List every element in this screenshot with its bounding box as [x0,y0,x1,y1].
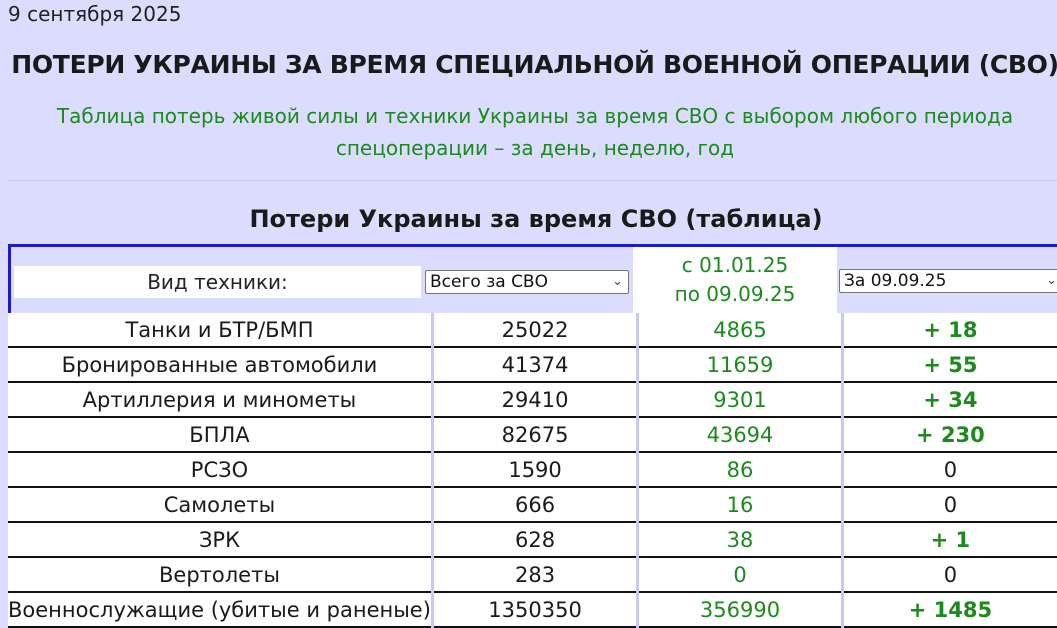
row-name: РСЗО [8,452,434,488]
table-title: Потери Украины за время СВО (таблица) [249,205,823,233]
row-period: 43694 [637,417,844,453]
row-name: Самолеты [8,487,434,523]
chevron-down-icon: ⌄ [612,274,623,289]
losses-table: Танки и БТР/БМП 25022 4865 + 18 Бронированны… [8,313,1057,628]
table-header: Вид техники: Всего за СВО ⌄ с 01.01.25 п… [8,244,1057,316]
row-period: 356990 [637,592,844,628]
table-row: Артиллерия и минометы 29410 9301 + 34 [8,382,1057,418]
row-period: 9301 [637,382,844,418]
row-name: Вертолеты [8,557,434,593]
row-name: Артиллерия и минометы [8,382,434,418]
table-row: Военнослужащие (убитые и раненые) 1350350… [8,592,1057,628]
row-day-change: + 34 [842,382,1057,418]
type-label: Вид техники: [14,266,421,298]
table-row: Танки и БТР/БМП 25022 4865 + 18 [8,313,1057,348]
day-select[interactable]: За 09.09.25 ⌄ [839,269,1057,293]
page-title: ПОТЕРИ УКРАИНЫ ЗА ВРЕМЯ СПЕЦИАЛЬНОЙ ВОЕН… [11,50,1057,79]
row-total: 25022 [432,313,640,348]
table-row: Самолеты 666 16 0 [8,487,1057,523]
period-from: с 01.01.25 [681,253,789,277]
row-day-change: + 1 [842,522,1057,558]
row-name: ЗРК [8,522,434,558]
period-range: с 01.01.25 по 09.09.25 [633,247,837,313]
table-row: РСЗО 1590 86 0 [8,452,1057,488]
table-row: Вертолеты 283 0 0 [8,557,1057,593]
table-row: ЗРК 628 38 + 1 [8,522,1057,558]
row-period: 4865 [637,313,844,348]
row-day-change: 0 [842,452,1057,488]
row-total: 29410 [432,382,640,418]
divider [8,180,1057,181]
row-total: 628 [432,522,640,558]
row-day-change: + 18 [842,313,1057,348]
row-total: 1590 [432,452,640,488]
row-total: 666 [432,487,640,523]
row-name: Бронированные автомобили [8,347,434,383]
row-period: 38 [637,522,844,558]
row-day-change: + 55 [842,347,1057,383]
row-name: Военнослужащие (убитые и раненые) [8,592,434,628]
total-period-select[interactable]: Всего за СВО ⌄ [425,270,629,294]
row-total: 82675 [432,417,640,453]
row-name: Танки и БТР/БМП [8,313,434,348]
table-row: БПЛА 82675 43694 + 230 [8,417,1057,453]
row-day-change: + 230 [842,417,1057,453]
row-total: 41374 [432,347,640,383]
row-day-change: + 1485 [842,592,1057,628]
total-period-select-value: Всего за СВО [430,272,548,292]
row-day-change: 0 [842,487,1057,523]
row-day-change: 0 [842,557,1057,593]
table-row: Бронированные автомобили 41374 11659 + 55 [8,347,1057,383]
page-subtitle: Таблица потерь живой силы и техники Укра… [56,104,1014,160]
row-period: 86 [637,452,844,488]
period-to: по 09.09.25 [674,282,796,306]
row-name: БПЛА [8,417,434,453]
row-total: 1350350 [432,592,640,628]
chevron-down-icon: ⌄ [1046,273,1057,288]
page-date: 9 сентября 2025 [8,2,182,26]
day-select-value: За 09.09.25 [844,271,947,291]
row-period: 11659 [637,347,844,383]
row-period: 16 [637,487,844,523]
row-total: 283 [432,557,640,593]
row-period: 0 [637,557,844,593]
